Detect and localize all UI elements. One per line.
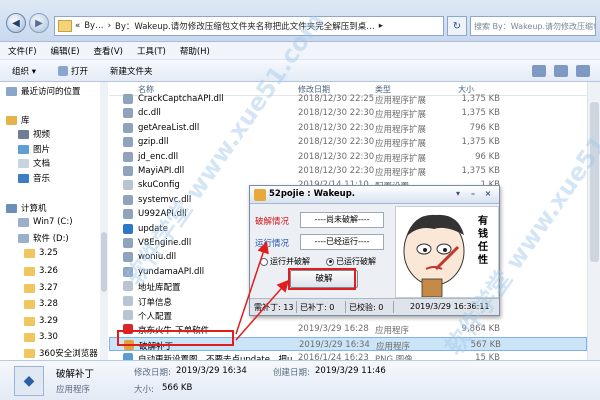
- explorer-window: ◀ ▶ « By… › By：Wakeup.请勿修改压缩包文件夹名称把此文件夹完…: [0, 0, 600, 400]
- arrow-to-dialog: [235, 241, 269, 335]
- annotation-arrows: [235, 241, 289, 341]
